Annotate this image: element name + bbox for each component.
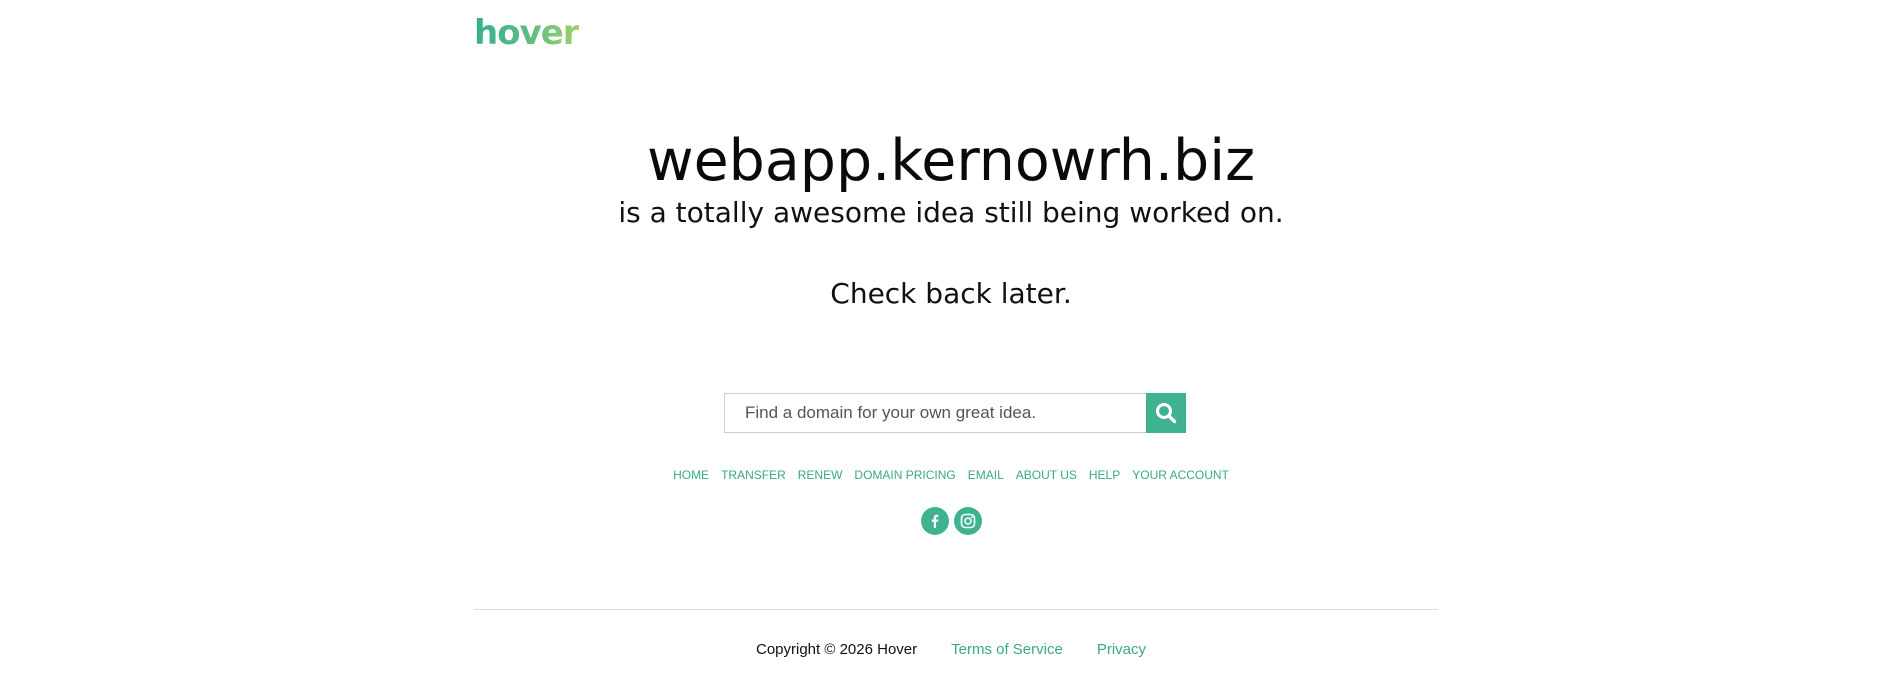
nav-your-account[interactable]: YOUR ACCOUNT: [1132, 466, 1229, 484]
domain-search-form: [724, 393, 1186, 433]
nav-home[interactable]: HOME: [673, 466, 709, 484]
privacy-link[interactable]: Privacy: [1097, 639, 1146, 661]
footer-divider: [474, 609, 1438, 610]
instagram-link[interactable]: [953, 507, 982, 535]
nav-domain-pricing[interactable]: DOMAIN PRICING: [854, 466, 955, 484]
search-button[interactable]: [1146, 393, 1186, 433]
nav-help[interactable]: HELP: [1089, 466, 1120, 484]
footer: Copyright © 2026 Hover Terms of Service …: [0, 639, 1902, 661]
check-back-message: Check back later.: [830, 277, 1072, 310]
hero-subtitle: is a totally awesome idea still being wo…: [618, 196, 1284, 229]
instagram-icon: [960, 513, 976, 529]
nav-email[interactable]: EMAIL: [968, 466, 1004, 484]
facebook-icon: [928, 514, 942, 528]
nav-renew[interactable]: RENEW: [798, 466, 843, 484]
copyright-text: Copyright © 2026 Hover: [755, 641, 918, 658]
hover-logo[interactable]: hover: [474, 13, 580, 53]
main-nav: HOME TRANSFER RENEW DOMAIN PRICING EMAIL…: [0, 466, 1902, 484]
domain-title: webapp.kernowrh.biz: [647, 128, 1255, 194]
domain-search-input[interactable]: [724, 393, 1146, 433]
nav-transfer[interactable]: TRANSFER: [721, 466, 786, 484]
terms-of-service-link[interactable]: Terms of Service: [951, 639, 1063, 661]
facebook-link[interactable]: [920, 507, 949, 535]
social-links: [0, 507, 1902, 535]
nav-about-us[interactable]: ABOUT US: [1016, 466, 1077, 484]
page: hover webapp.kernowrh.biz is a totally a…: [0, 0, 1902, 687]
search-icon: [1155, 402, 1177, 424]
